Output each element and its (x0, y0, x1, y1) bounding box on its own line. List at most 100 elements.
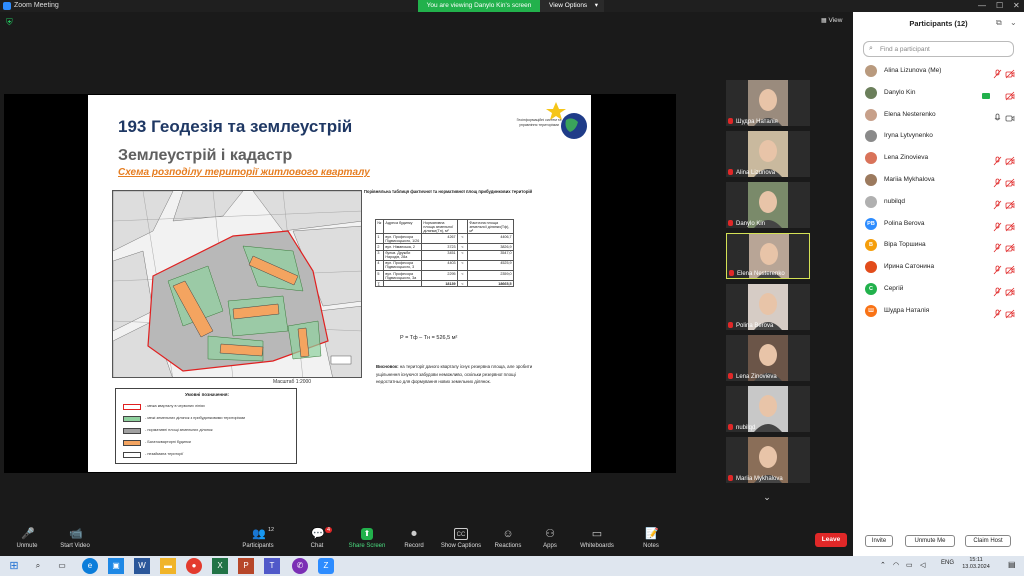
participant-row[interactable]: Iryna Lytvynenko (853, 125, 1024, 147)
shield-icon[interactable]: ⛨ (6, 18, 15, 27)
mic-muted-icon[interactable] (993, 240, 1002, 253)
participant-row[interactable]: Alina Lizunova (Me) (853, 60, 1024, 82)
participant-row[interactable]: Mariia Mykhalova (853, 169, 1024, 191)
camera-on-icon[interactable] (1005, 110, 1015, 121)
legend-swatch (123, 440, 141, 446)
participant-video-tile[interactable]: Alina Lizunova (726, 131, 810, 177)
participant-video-tile[interactable]: Lena Zinovieva (726, 335, 810, 381)
camera-off-icon[interactable] (1005, 240, 1015, 253)
invite-button[interactable]: Invite (865, 535, 893, 547)
view-button[interactable]: ▦ View (821, 17, 842, 24)
camera-off-icon[interactable] (1005, 88, 1015, 101)
screen-share-icon[interactable] (981, 88, 990, 99)
battery-icon[interactable]: ▭ (906, 561, 913, 569)
legend-item: - межа кварталу в червоних лініях (123, 403, 298, 412)
unmute-button[interactable]: 🎤 Unmute (0, 528, 54, 556)
participant-video-tile[interactable]: Danylo Kin (726, 182, 810, 228)
start-video-button[interactable]: 📹 Start Video (48, 528, 102, 556)
mic-muted-icon[interactable] (993, 175, 1002, 188)
volume-icon[interactable]: ◁ (920, 561, 925, 569)
participant-row[interactable]: Elena Nesterenko (853, 104, 1024, 126)
participant-search[interactable]: ⌕ Find a participant (863, 41, 1014, 57)
unmute-me-button[interactable]: Unmute Me (905, 535, 955, 547)
search-icon[interactable]: ⌕ (30, 558, 46, 574)
chat-button[interactable]: 💬 4 Chat (290, 527, 344, 556)
language-indicator[interactable]: ENG (941, 560, 954, 566)
participant-row[interactable]: В Віра Торшина (853, 234, 1024, 256)
toolbar-button-label: Whiteboards (580, 543, 614, 549)
word-icon[interactable]: W (134, 558, 150, 574)
leave-button[interactable]: Leave (815, 533, 847, 547)
view-options-button[interactable]: View Options ▾ (540, 0, 604, 12)
windows-start-icon[interactable]: ⊞ (6, 558, 22, 574)
participant-row[interactable]: Ш Шудра Наталія (853, 300, 1024, 322)
camera-off-icon[interactable] (1005, 153, 1015, 166)
camera-off-icon[interactable] (1005, 219, 1015, 231)
notifications-icon[interactable]: ▤ (1008, 560, 1016, 569)
participant-video-tile[interactable]: Mariia Mykhalova (726, 437, 810, 483)
scroll-down-chevron-icon[interactable]: ⌄ (757, 492, 777, 506)
tray-overflow-icon[interactable]: ⌃ (880, 561, 886, 569)
chrome-icon[interactable]: ● (186, 558, 202, 574)
show-captions-button[interactable]: CC Show Captions (434, 528, 488, 556)
mic-muted-icon[interactable] (993, 219, 1002, 231)
participant-video-tile[interactable]: Elena Nesterenko (726, 233, 810, 279)
camera-off-icon[interactable] (1005, 306, 1015, 319)
viber-icon[interactable]: ✆ (292, 558, 308, 574)
record-button[interactable]: ⏺ Record (387, 528, 441, 556)
grid-icon: ▦ (821, 18, 827, 24)
participant-tile-name: Alina Lizunova (736, 170, 776, 176)
camera-off-icon[interactable] (1005, 284, 1015, 297)
toolbar-button-label: Apps (543, 543, 557, 549)
mic-muted-icon[interactable] (993, 306, 1002, 319)
participant-row[interactable]: nubilqd (853, 191, 1024, 213)
mic-on-icon[interactable] (993, 110, 1002, 120)
camera-off-icon[interactable] (1005, 262, 1015, 275)
participants-button[interactable]: 👥 12 Participants (231, 527, 285, 556)
mic-muted-icon[interactable] (993, 197, 1002, 210)
apps-icon: ⚇ (545, 528, 555, 540)
store-icon[interactable]: ▣ (108, 558, 124, 574)
search-input[interactable]: Find a participant (880, 46, 930, 53)
search-icon: ⌕ (869, 45, 873, 52)
avatar (865, 152, 877, 165)
notes-button[interactable]: 📝 Notes (624, 528, 678, 556)
clock[interactable]: 15:11 13.03.2024 (958, 557, 994, 571)
mic-muted-icon[interactable] (993, 284, 1002, 297)
participant-row[interactable]: Ирина Сатонина (853, 256, 1024, 278)
file-explorer-icon[interactable]: ▬ (160, 558, 176, 574)
participant-row[interactable]: Danylo Kin (853, 82, 1024, 104)
excel-icon[interactable]: X (212, 558, 228, 574)
mic-muted-icon[interactable] (993, 262, 1002, 275)
edge-browser-icon[interactable]: e (82, 558, 98, 574)
participant-row[interactable]: Lena Zinovieva (853, 147, 1024, 169)
zoom-taskbar-icon[interactable]: Z (318, 558, 334, 574)
camera-off-icon[interactable] (1005, 197, 1015, 210)
teams-icon[interactable]: T (264, 558, 280, 574)
mic-muted-icon[interactable] (993, 153, 1002, 166)
close-button[interactable]: ✕ (1013, 1, 1020, 10)
participant-video-tile[interactable]: Polina Berova (726, 284, 810, 330)
conclusion-text: на території даного кварталу існує резер… (376, 364, 533, 384)
share-screen-button[interactable]: ⬆ Share Screen (340, 528, 394, 556)
participant-video-tile[interactable]: nubilqd (726, 386, 810, 432)
table-cell: 18665,5 (467, 280, 514, 288)
claim-host-button[interactable]: Claim Host (965, 535, 1011, 547)
minimize-button[interactable]: — (978, 1, 986, 10)
network-icon[interactable]: ◠ (893, 561, 899, 569)
participant-video-tile[interactable]: Шудра Наталія (726, 80, 810, 126)
popout-icon[interactable]: ⧉ (996, 18, 1002, 28)
participant-row[interactable]: С Сергій (853, 278, 1024, 300)
whiteboards-button[interactable]: ▭ Whiteboards (570, 528, 624, 556)
maximize-button[interactable]: ☐ (996, 1, 1003, 10)
task-view-icon[interactable]: ▭ (54, 558, 70, 574)
participant-tile-name: Elena Nesterenko (737, 271, 785, 277)
camera-off-icon[interactable] (1005, 66, 1015, 79)
participant-name: nubilqd (884, 197, 905, 205)
participant-row[interactable]: PB Polina Berova (853, 213, 1024, 235)
apps-button[interactable]: ⚇ Apps (523, 528, 577, 556)
camera-off-icon[interactable] (1005, 175, 1015, 188)
mic-muted-icon[interactable] (993, 66, 1002, 79)
close-panel-icon[interactable]: ⌄ (1010, 18, 1017, 27)
powerpoint-icon[interactable]: P (238, 558, 254, 574)
